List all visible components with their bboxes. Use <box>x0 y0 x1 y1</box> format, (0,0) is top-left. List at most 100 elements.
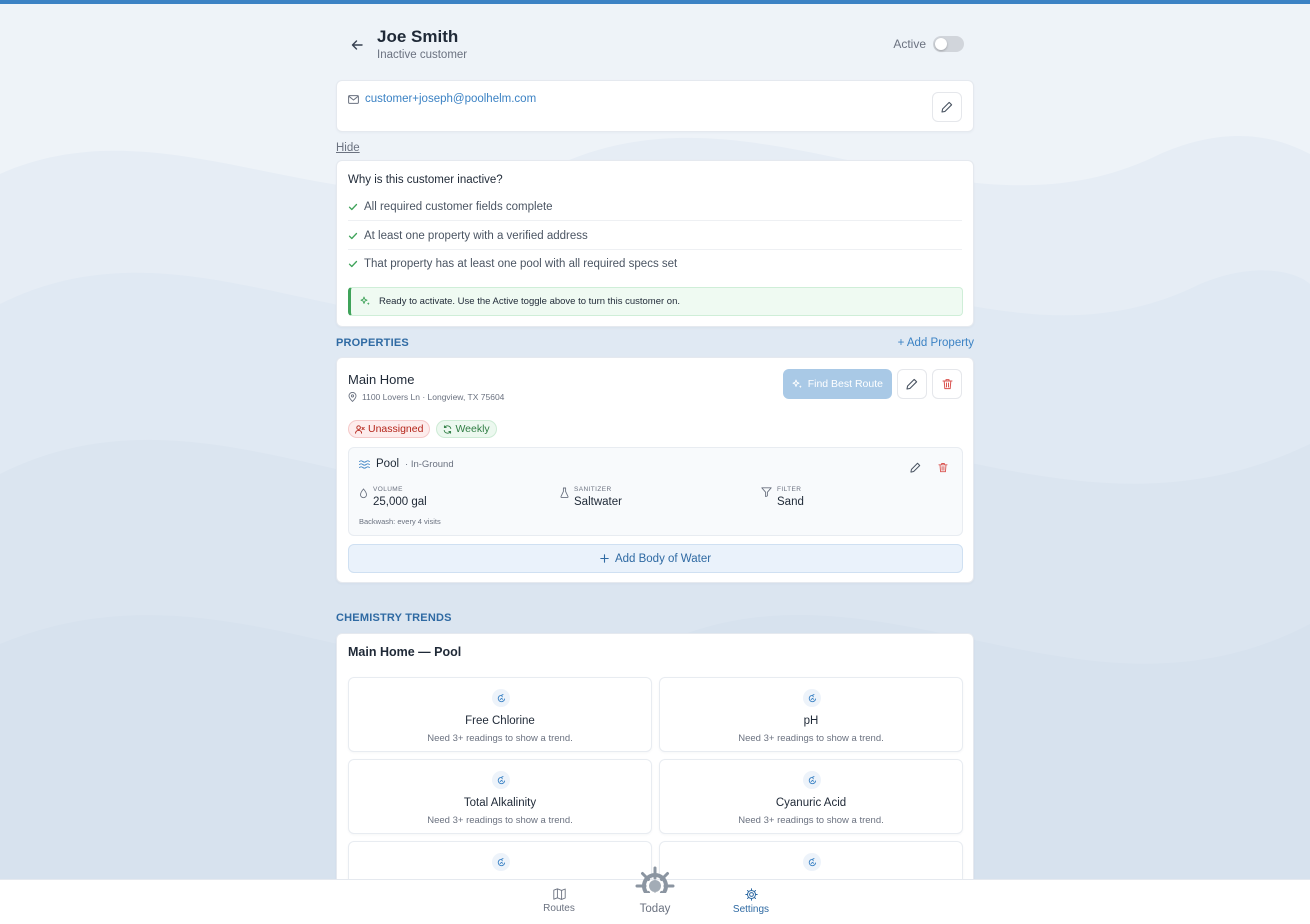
user-x-icon <box>355 424 365 434</box>
unassigned-badge: Unassigned <box>348 420 431 438</box>
chem-note: Need 3+ readings to show a trend. <box>738 815 884 826</box>
property-badges: Unassigned Weekly <box>348 420 497 438</box>
trend-icon <box>803 853 821 871</box>
spec-label: SANITIZER <box>574 486 612 493</box>
delete-pool-button[interactable] <box>936 460 950 474</box>
pencil-icon <box>906 378 918 390</box>
pool-type: · In-Ground <box>405 458 454 470</box>
frequency-badge: Weekly <box>436 420 497 438</box>
add-property-button[interactable]: + Add Property <box>898 337 974 349</box>
chemistry-card: Main Home — Pool Free Chlorine Need 3+ r… <box>336 633 974 916</box>
email-row: customer+joseph@poolhelm.com <box>348 93 536 105</box>
chem-note: Need 3+ readings to show a trend. <box>427 815 573 826</box>
hide-link[interactable]: Hide <box>336 142 360 154</box>
pool-header: Pool · In-Ground <box>359 458 454 470</box>
unassigned-label: Unassigned <box>368 423 424 435</box>
property-name: Main Home <box>348 372 415 387</box>
trend-icon <box>803 771 821 789</box>
sparkles-icon <box>792 379 802 388</box>
gear-icon <box>744 888 758 901</box>
chem-tile-free-chlorine[interactable]: Free Chlorine Need 3+ readings to show a… <box>348 677 652 752</box>
trend-icon <box>492 689 510 707</box>
trash-icon <box>942 379 952 390</box>
nav-routes[interactable]: Routes <box>538 880 580 924</box>
customer-status: Inactive customer <box>377 49 468 61</box>
spec-sanitizer: SANITIZER Saltwater <box>560 486 622 508</box>
active-toggle-group: Active <box>893 36 964 52</box>
toggle-knob <box>935 38 947 50</box>
check-item: That property has at least one pool with… <box>348 250 962 278</box>
back-button[interactable] <box>348 36 366 54</box>
inactive-reasons-card: Why is this customer inactive? All requi… <box>336 160 974 327</box>
chem-name: pH <box>803 715 819 727</box>
delete-property-button[interactable] <box>932 369 962 399</box>
nav-settings-label: Settings <box>732 904 770 915</box>
refresh-icon <box>444 424 452 434</box>
chemistry-card-title: Main Home — Pool <box>348 645 462 659</box>
plus-icon <box>600 554 609 563</box>
flask-icon <box>560 487 569 498</box>
chem-tile-cyanuric-acid[interactable]: Cyanuric Acid Need 3+ readings to show a… <box>659 759 963 834</box>
edit-property-button[interactable] <box>897 369 927 399</box>
pool-name: Pool <box>376 458 400 470</box>
email-link[interactable]: customer+joseph@poolhelm.com <box>365 93 536 105</box>
check-item: All required customer fields complete <box>348 193 962 221</box>
backwash-note: Backwash: every 4 visits <box>359 517 441 526</box>
nav-routes-label: Routes <box>543 903 575 914</box>
property-card: Main Home 1100 Lovers Ln · Longview, TX … <box>336 357 974 583</box>
pool-card: Pool · In-Ground VOLUME 25,000 gal SANIT… <box>348 447 963 536</box>
chem-note: Need 3+ readings to show a trend. <box>427 733 573 744</box>
add-body-of-water-button[interactable]: Add Body of Water <box>348 544 963 573</box>
find-best-route-label: Find Best Route <box>807 378 883 390</box>
edit-pool-button[interactable] <box>908 460 922 474</box>
check-text: At least one property with a verified ad… <box>364 229 588 242</box>
ready-text: Ready to activate. Use the Active toggle… <box>379 296 680 307</box>
spec-value: 25,000 gal <box>373 496 427 508</box>
trash-icon <box>938 462 948 472</box>
check-icon <box>348 203 358 210</box>
reasons-title: Why is this customer inactive? <box>348 174 503 186</box>
check-icon <box>348 260 358 268</box>
trend-icon <box>492 853 510 871</box>
check-text: All required customer fields complete <box>364 200 553 213</box>
filter-icon <box>761 487 772 497</box>
customer-name: Joe Smith <box>377 27 459 46</box>
check-item: At least one property with a verified ad… <box>348 222 962 250</box>
ship-wheel-icon <box>635 866 675 902</box>
find-best-route-button[interactable]: Find Best Route <box>782 369 892 399</box>
chemistry-title: CHEMISTRY TRENDS <box>336 612 452 624</box>
property-address: 1100 Lovers Ln · Longview, TX 75604 <box>348 392 504 402</box>
spec-volume: VOLUME 25,000 gal <box>359 486 427 508</box>
frequency-label: Weekly <box>455 423 490 435</box>
pool-actions <box>908 460 950 474</box>
spec-label: VOLUME <box>373 486 403 493</box>
trend-icon <box>492 771 510 789</box>
map-pin-icon <box>348 392 357 402</box>
active-toggle[interactable] <box>933 36 964 52</box>
nav-today[interactable] <box>633 866 677 902</box>
check-icon <box>348 232 358 239</box>
chem-tile-total-alkalinity[interactable]: Total Alkalinity Need 3+ readings to sho… <box>348 759 652 834</box>
sparkles-icon <box>360 296 370 306</box>
pencil-icon <box>941 101 953 113</box>
active-label: Active <box>893 37 926 51</box>
trend-icon <box>803 689 821 707</box>
properties-title: PROPERTIES <box>336 337 409 349</box>
check-text: That property has at least one pool with… <box>364 258 678 270</box>
spec-filter: FILTER Sand <box>761 486 804 508</box>
property-actions: Find Best Route <box>782 369 962 399</box>
spec-value: Sand <box>777 496 804 508</box>
edit-contact-button[interactable] <box>932 92 962 122</box>
ready-banner: Ready to activate. Use the Active toggle… <box>348 287 963 316</box>
address-text: 1100 Lovers Ln · Longview, TX 75604 <box>362 392 505 402</box>
properties-section-header: PROPERTIES + Add Property <box>336 337 974 349</box>
waves-icon <box>359 459 370 469</box>
spec-value: Saltwater <box>574 496 622 508</box>
add-body-of-water-label: Add Body of Water <box>614 552 712 565</box>
chem-tile-ph[interactable]: pH Need 3+ readings to show a trend. <box>659 677 963 752</box>
chem-note: Need 3+ readings to show a trend. <box>738 733 884 744</box>
arrow-left-icon <box>351 40 363 50</box>
chem-name: Total Alkalinity <box>463 797 537 809</box>
nav-settings[interactable]: Settings <box>729 880 773 924</box>
contact-card: customer+joseph@poolhelm.com <box>336 80 974 132</box>
